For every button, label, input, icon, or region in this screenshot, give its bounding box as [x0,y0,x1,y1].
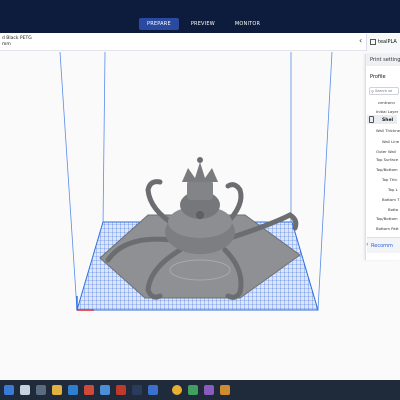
printer-icon [370,39,376,45]
tab-prepare[interactable]: PREPARE [139,18,179,30]
app-window: PREPARE PREVIEW MONITOR d Black PETG mm … [0,0,400,400]
chevron-left-icon: ‹ [366,241,369,248]
job-info-bar: d Black PETG mm ‹ [0,33,400,51]
top-header-bar: PREPARE PREVIEW MONITOR [0,0,400,33]
setting-label[interactable]: Top Thic [382,177,397,182]
task-view-icon[interactable] [36,385,46,395]
volume-edge-left-back [59,51,78,311]
windows-start-icon[interactable] [4,385,14,395]
model-head [187,180,213,200]
setting-label[interactable]: Top Surface [376,157,398,162]
setting-label[interactable]: centronn [378,100,395,105]
setting-label[interactable]: Bottom T [382,197,399,202]
printer-profile-label: tealPLA [378,39,397,45]
setting-label[interactable]: Top L [388,187,398,192]
chrome-icon[interactable] [172,385,182,395]
material-size: mm [2,42,11,47]
chevron-left-icon[interactable]: ‹ [359,36,362,46]
setting-label[interactable]: Bottom Patt [376,226,399,231]
app-icon-4[interactable] [220,385,230,395]
model-crown [182,162,218,182]
settings-category-label[interactable]: Shel [382,118,393,123]
panel-title: Print settings [366,54,400,66]
setting-label[interactable]: Wall Thickne [376,128,400,133]
build-volume-scene [59,51,333,311]
setting-label[interactable]: Wall Line [382,139,399,144]
windows-taskbar [0,380,400,400]
steam-icon[interactable] [132,385,142,395]
cura-icon[interactable] [148,385,158,395]
3d-viewport[interactable] [0,51,400,380]
media-icon[interactable] [116,385,126,395]
search-input[interactable] [375,88,399,94]
material-info[interactable]: d Black PETG mm [2,36,32,48]
settings-search[interactable]: ⚲ [369,87,399,95]
shell-category-icon [369,116,374,123]
print-settings-selector[interactable]: tealPLA [366,34,400,51]
setting-label[interactable]: Top/Bottom [376,167,398,172]
mail-icon[interactable] [68,385,78,395]
tab-monitor[interactable]: MONITOR [227,18,268,30]
search-icon: ⚲ [371,89,374,94]
app-icon[interactable] [84,385,94,395]
search-taskbar-icon[interactable] [20,385,30,395]
setting-label[interactable]: Outer Wall [376,149,396,154]
store-icon[interactable] [100,385,110,395]
volume-edge-right-back [317,51,333,311]
recommended-label: Recomm [371,243,393,249]
setting-label[interactable]: Initial Layer [376,109,398,114]
file-explorer-icon[interactable] [52,385,62,395]
volume-edge-left-front [102,51,106,226]
setting-label[interactable]: Top/Bottom [376,216,398,221]
tab-preview[interactable]: PREVIEW [183,18,223,30]
stage-tabs: PREPARE PREVIEW MONITOR [139,18,272,30]
recommended-button[interactable]: Recomm ‹ [366,237,400,253]
app-icon-3[interactable] [204,385,214,395]
setting-label[interactable]: Botto [388,207,398,212]
app-icon-2[interactable] [188,385,198,395]
profile-label: Profile [370,74,386,80]
